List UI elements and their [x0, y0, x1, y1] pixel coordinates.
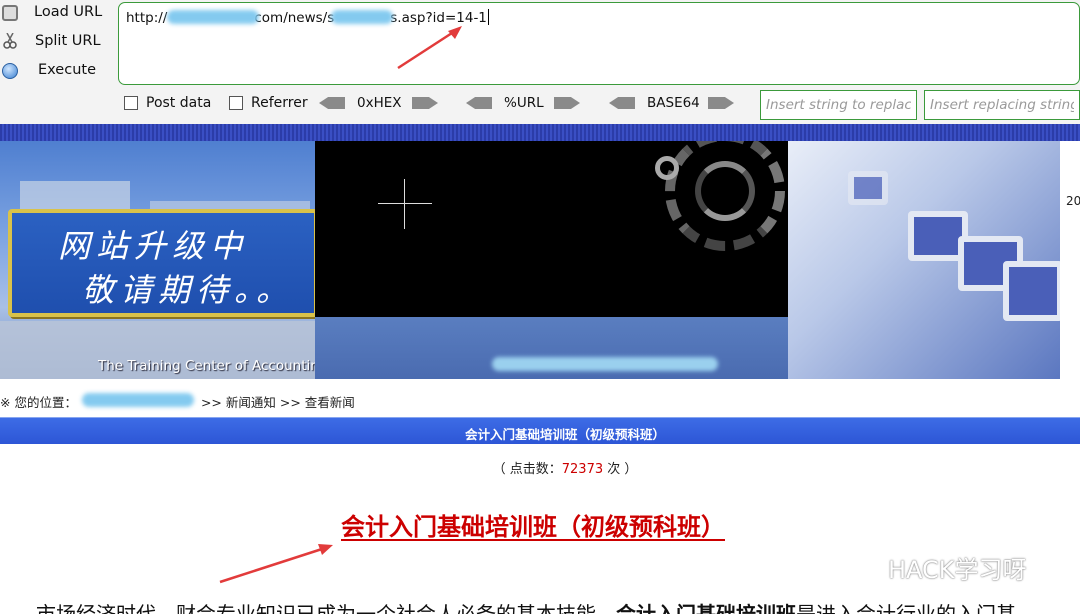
watermark: HACK学习呀: [848, 550, 1027, 585]
redaction-mark: [331, 10, 393, 24]
annotation-arrowhead: [318, 544, 333, 555]
split-url-button[interactable]: Split URL: [0, 29, 110, 55]
breadcrumb-prefix: ※ 您的位置：: [0, 395, 77, 410]
training-center-text: The Training Center of Accounting: [98, 358, 328, 374]
breadcrumb-trail: >> 新闻通知 >> 查看新闻: [200, 395, 355, 410]
redaction-mark: [167, 10, 259, 24]
base64-encode-arrow-icon[interactable]: [708, 97, 734, 109]
site-banner: 网站升级中 敬请期待。。 The Training Center of Acco…: [0, 141, 1080, 379]
article-body: 市场经济时代，财会专业知识已成为一个社会人必备的基本技能，会计入门基础培训班是进…: [36, 602, 1016, 614]
sparkle-icon: [378, 203, 432, 204]
sparkle-icon: [404, 179, 405, 229]
replacing-string-input[interactable]: [924, 90, 1080, 120]
sign-line-1: 网站升级中: [58, 227, 249, 265]
load-url-button[interactable]: Load URL: [0, 0, 110, 26]
execute-button[interactable]: Execute: [0, 58, 110, 84]
url-decode-arrow-icon[interactable]: [466, 97, 492, 109]
redaction-mark: [492, 357, 718, 371]
post-data-label: Post data: [146, 95, 212, 111]
annotation-arrow: [219, 547, 323, 584]
hex-encode-arrow-icon[interactable]: [412, 97, 438, 109]
article-bar-title: 会计入门基础培训班（初级预科班）: [464, 427, 665, 442]
load-url-label: Load URL: [34, 4, 103, 20]
wechat-logo-icon: [848, 554, 882, 580]
referrer-checkbox[interactable]: [229, 96, 243, 110]
execute-label: Execute: [38, 62, 96, 78]
watermark-text: HACK学习呀: [888, 556, 1027, 584]
top-stripe: [0, 124, 1080, 141]
play-icon: [2, 63, 18, 79]
date-fragment: 20: [1066, 194, 1080, 208]
url-encode-label: %URL: [504, 95, 544, 111]
text-caret: [487, 9, 489, 25]
url-textarea[interactable]: http://com/news/s s.asp?id=14-1: [118, 2, 1080, 85]
hex-label: 0xHEX: [357, 95, 402, 111]
sign-line-2: 敬请期待。。: [82, 271, 295, 309]
scissors-icon: [3, 33, 17, 49]
upgrade-sign: 网站升级中 敬请期待。。: [8, 209, 318, 317]
flash-animation: [315, 141, 788, 317]
post-data-checkbox[interactable]: [124, 96, 138, 110]
hackbar-options-row: Post data Referrer 0xHEX %URL BASE64: [0, 88, 1080, 120]
hex-decode-arrow-icon[interactable]: [319, 97, 345, 109]
referrer-label: Referrer: [251, 95, 308, 111]
article-headline: 会计入门基础培训班（初级预科班）: [341, 513, 725, 541]
hit-count: 72373: [561, 462, 604, 477]
replace-string-input[interactable]: [760, 90, 917, 120]
redaction-mark: [82, 393, 194, 407]
hackbar-toolbar: Load URL Split URL Execute http://com/ne…: [0, 0, 1080, 124]
article-title-bar: 会计入门基础培训班（初级预科班）: [0, 417, 1080, 444]
load-url-icon: [2, 5, 18, 21]
base64-label: BASE64: [647, 95, 700, 111]
base64-decode-arrow-icon[interactable]: [609, 97, 635, 109]
split-url-label: Split URL: [35, 33, 101, 49]
hit-counter: （ 点击数：72373 次 ）: [492, 462, 638, 477]
banner-edge: [1060, 141, 1080, 379]
banner-computer-room-photo: [788, 141, 1063, 379]
url-encode-arrow-icon[interactable]: [554, 97, 580, 109]
